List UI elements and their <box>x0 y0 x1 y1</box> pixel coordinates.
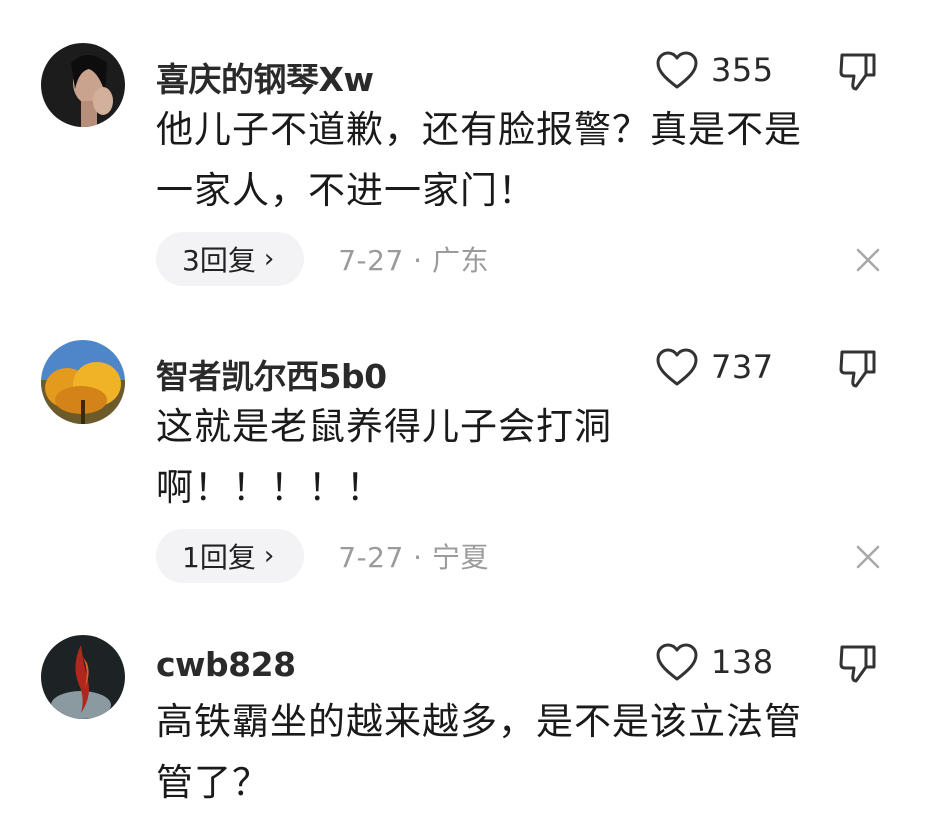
heart-outline-icon <box>656 51 698 89</box>
comment-text-line: 高铁霸坐的越来越多，是不是该立法管 <box>156 700 802 743</box>
username[interactable]: 喜庆的钢琴Xw <box>156 53 374 101</box>
like-count: 737 <box>711 348 774 386</box>
like-count: 355 <box>711 51 774 89</box>
heart-outline-icon <box>656 643 698 681</box>
comment-text: 他儿子不道歉，还有脸报警？真是不是 一家人，不进一家门！ <box>156 99 802 221</box>
close-x-icon[interactable] <box>853 542 883 572</box>
like-button[interactable]: 138 <box>655 639 774 685</box>
dark-flame-icon <box>41 635 125 719</box>
thumbs-down-icon[interactable] <box>836 641 880 685</box>
comment-text: 高铁霸坐的越来越多，是不是该立法管 管了？ <box>156 691 802 813</box>
close-x-icon[interactable] <box>853 245 883 275</box>
chevron-right-icon: › <box>263 244 275 274</box>
date-location: 7-27 · 宁夏 <box>338 541 489 574</box>
like-count: 138 <box>711 643 774 681</box>
woman-portrait-icon <box>41 43 125 127</box>
username[interactable]: 智者凯尔西5b0 <box>156 350 387 398</box>
autumn-tree-icon <box>41 340 125 424</box>
replies-label: 3回复 <box>182 244 256 277</box>
comment-text-line: 啊！！！！！ <box>156 466 384 509</box>
user-avatar[interactable] <box>41 340 125 424</box>
replies-button[interactable]: 1回复 › <box>156 529 305 583</box>
comment-text-line: 一家人，不进一家门！ <box>156 169 536 212</box>
comment-text: 这就是老鼠养得儿子会打洞 啊！！！！！ <box>156 396 612 518</box>
like-button[interactable]: 737 <box>655 344 774 390</box>
thumbs-down-icon[interactable] <box>836 49 880 93</box>
replies-button[interactable]: 3回复 › <box>156 232 305 286</box>
username[interactable]: cwb828 <box>156 645 296 684</box>
user-avatar[interactable] <box>41 635 125 719</box>
comment-meta: 3回复 › 7-27 · 广东 <box>156 232 489 286</box>
user-avatar[interactable] <box>41 43 125 127</box>
comment-meta: 1回复 › 7-27 · 宁夏 <box>156 529 489 583</box>
heart-outline-icon <box>656 348 698 386</box>
comment-text-line: 这就是老鼠养得儿子会打洞 <box>156 405 612 448</box>
chevron-right-icon: › <box>263 541 275 571</box>
comment-text-line: 管了？ <box>156 761 270 804</box>
thumbs-down-icon[interactable] <box>836 346 880 390</box>
date-location: 7-27 · 广东 <box>338 244 489 277</box>
replies-label: 1回复 <box>182 541 256 574</box>
like-button[interactable]: 355 <box>655 47 774 93</box>
comment-text-line: 他儿子不道歉，还有脸报警？真是不是 <box>156 108 802 151</box>
